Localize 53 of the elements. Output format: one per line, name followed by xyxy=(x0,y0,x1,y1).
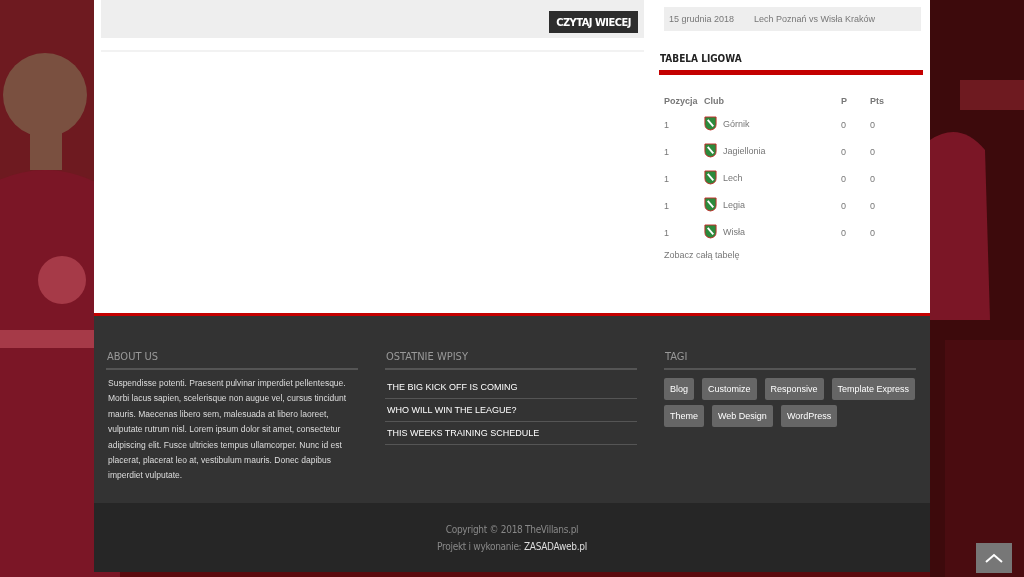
widget-title: TABELA LIGOWA xyxy=(659,53,923,75)
points-cell: 0 xyxy=(870,146,875,157)
post-link[interactable]: THE BIG KICK OFF IS COMING xyxy=(385,376,637,399)
played-cell: 0 xyxy=(841,119,846,130)
club-name[interactable]: Jagiellonia xyxy=(723,145,766,156)
chevron-up-icon xyxy=(985,553,1003,563)
tag-button[interactable]: Template Express xyxy=(831,378,916,400)
crest-icon xyxy=(704,116,717,131)
footer-heading: OSTATNIE WPISY xyxy=(385,350,637,370)
club-name[interactable]: Legia xyxy=(723,199,746,210)
points-cell: 0 xyxy=(870,200,875,211)
column-header: Pozycja xyxy=(664,91,704,111)
footer-heading: TAGI xyxy=(664,350,916,370)
points-cell: 0 xyxy=(870,173,875,184)
crest-icon xyxy=(704,170,717,185)
back-to-top-button[interactable] xyxy=(976,543,1012,573)
column-header: Club xyxy=(704,91,841,111)
tag-button[interactable]: Blog xyxy=(664,378,694,400)
tag-button[interactable]: WordPress xyxy=(780,405,838,427)
position-cell: 1 xyxy=(664,227,669,238)
column-header: Pts xyxy=(870,95,885,108)
copyright-text: Copyright © 2018 TheVillans.pl xyxy=(445,523,579,535)
position-cell: 1 xyxy=(664,173,669,184)
played-cell: 0 xyxy=(841,146,846,157)
credit-label: Projekt i wykonanie: xyxy=(437,540,522,552)
tag-button[interactable]: Customize xyxy=(702,378,757,400)
position-cell: 1 xyxy=(664,119,669,130)
position-cell: 1 xyxy=(664,146,669,157)
tag-button[interactable]: Web Design xyxy=(712,405,773,427)
post-link[interactable]: THIS WEEKS TRAINING SCHEDULE xyxy=(385,422,637,445)
played-cell: 0 xyxy=(841,173,846,184)
read-more-button[interactable]: CZYTAJ WIECEJ xyxy=(549,11,638,33)
match-date: 15 grudnia 2018 xyxy=(669,14,735,24)
column-header: P xyxy=(841,91,870,111)
crest-icon xyxy=(704,224,717,239)
crest-icon xyxy=(704,143,717,158)
tag-button[interactable]: Theme xyxy=(664,405,704,427)
crest-icon xyxy=(704,197,717,212)
position-cell: 1 xyxy=(664,200,669,211)
club-name[interactable]: Górnik xyxy=(723,118,750,129)
points-cell: 0 xyxy=(870,227,875,238)
footer-heading: ABOUT US xyxy=(106,350,358,370)
club-name[interactable]: Lech xyxy=(723,172,743,183)
tag-button[interactable]: Responsive xyxy=(764,378,824,400)
played-cell: 0 xyxy=(841,227,846,238)
credit-link[interactable]: ZASADAweb.pl xyxy=(523,540,587,552)
full-table-link[interactable]: Zobacz całą tabelę xyxy=(664,250,923,260)
club-name[interactable]: Wisła xyxy=(723,226,745,237)
points-cell: 0 xyxy=(870,119,875,130)
match-teams[interactable]: Lech Poznań vs Wisła Kraków xyxy=(754,14,876,24)
played-cell: 0 xyxy=(841,200,846,211)
post-link[interactable]: WHO WILL WIN THE LEAGUE? xyxy=(385,399,637,422)
about-text: Suspendisse potenti. Praesent pulvinar imperdiet pellentesque. Morbi lacus sapien, scelerisque non augue vel, cursus tincidunt mauris. Maecenas libero sem, malesuada at libero laoreet, vulputate rutrum nisl. Lorem ipsum dolor sit amet, consectetur adipiscing elit. Fusce ultricies tempus ullamcorper. Nunc id est placerat, placerat leo at, vestibulum mauris. Donec dapibus imperdiet vulputate. xyxy=(108,377,348,483)
